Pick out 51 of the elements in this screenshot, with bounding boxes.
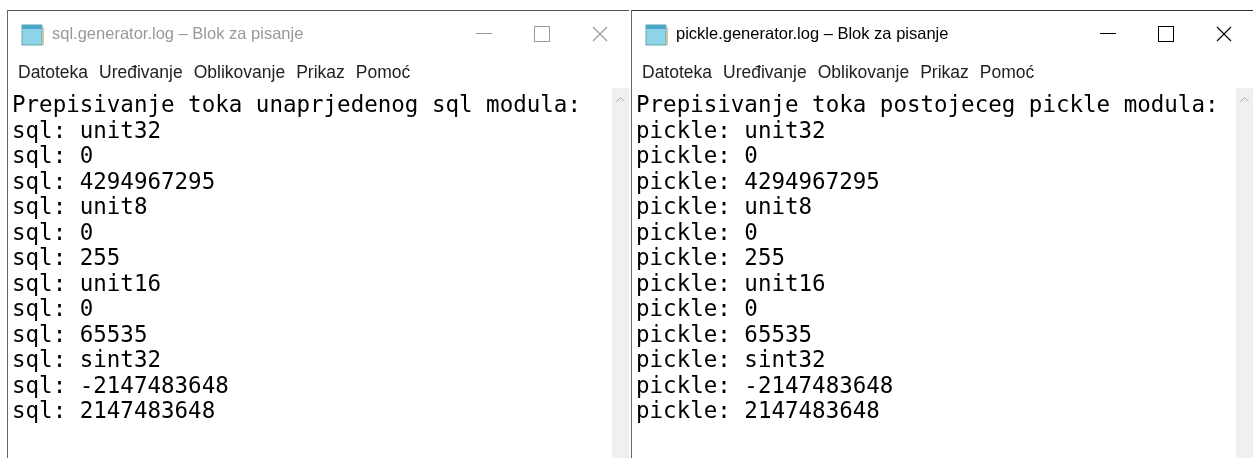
text-line: pickle: 0 <box>636 143 759 169</box>
close-icon <box>1216 25 1232 42</box>
menu-item[interactable]: Oblikovanje <box>193 61 286 83</box>
menu-item[interactable]: Prikaz <box>296 61 345 83</box>
maximize-icon <box>534 25 550 42</box>
text-area[interactable]: Prepisivanje toka unaprjedenog sql modula: sql: unit32 sql: 0 sql: 4294967295 sql: unit8 sql: 0 sql: 255 sql: unit16 sql: 0 sql: 65535 sql: sint32 sql: -2147483648 sql: 2147483648 <box>8 88 612 458</box>
text-line: pickle: 0 <box>636 296 759 322</box>
scrollbar[interactable] <box>1236 88 1253 458</box>
scroll-up-icon[interactable] <box>616 96 625 102</box>
menu-item[interactable]: Prikaz <box>920 61 969 83</box>
menu-item[interactable]: Uređivanje <box>99 61 183 83</box>
text-line: sql: 0 <box>12 143 95 169</box>
menu-item[interactable]: Pomoć <box>355 61 411 83</box>
text-line: sql: -2147483648 <box>12 372 230 398</box>
text-line: sql: unit8 <box>12 194 149 220</box>
text-line: Prepisivanje toka postojeceg pickle modula: <box>636 92 1220 118</box>
menu-item[interactable]: Pomoć <box>979 61 1035 83</box>
text-line: sql: 4294967295 <box>12 168 217 194</box>
text-line: sql: 255 <box>12 245 122 271</box>
notepad-icon <box>644 21 670 46</box>
text-line: sql: 2147483648 <box>12 398 217 424</box>
text-line: sql: unit16 <box>12 270 162 296</box>
text-line: sql: 65535 <box>12 321 149 347</box>
window-title: sql.generator.log – Blok za pisanje <box>52 24 305 43</box>
text-line: pickle: unit8 <box>636 194 814 220</box>
text-line: pickle: 255 <box>636 245 786 271</box>
minimize-icon <box>476 33 492 34</box>
text-line: pickle: -2147483648 <box>636 372 895 398</box>
text-line: pickle: 65535 <box>636 321 814 347</box>
text-line: sql: 0 <box>12 219 95 245</box>
scroll-up-icon[interactable] <box>1240 96 1249 102</box>
text-line: pickle: unit16 <box>636 270 827 296</box>
close-icon <box>592 25 608 42</box>
menu-item[interactable]: Datoteka <box>642 61 713 83</box>
menu-item[interactable]: Oblikovanje <box>817 61 910 83</box>
text-line: Prepisivanje toka unaprjedenog sql modula: <box>12 92 582 118</box>
text-line: sql: sint32 <box>12 347 162 373</box>
menu-item[interactable]: Datoteka <box>18 61 89 83</box>
scrollbar[interactable] <box>612 88 629 458</box>
text-line: pickle: sint32 <box>636 347 827 373</box>
window-title: pickle.generator.log – Blok za pisanje <box>676 24 950 43</box>
maximize-icon <box>1158 25 1174 42</box>
text-line: pickle: 2147483648 <box>636 398 881 424</box>
text-line: sql: unit32 <box>12 117 161 143</box>
notepad-icon <box>20 21 46 46</box>
text-line: pickle: 0 <box>636 219 759 245</box>
text-line: pickle: 4294967295 <box>636 168 881 194</box>
text-line: pickle: unit32 <box>636 117 827 143</box>
text-line: sql: 0 <box>12 296 95 322</box>
minimize-icon <box>1100 33 1116 34</box>
menu-item[interactable]: Uređivanje <box>723 61 807 83</box>
